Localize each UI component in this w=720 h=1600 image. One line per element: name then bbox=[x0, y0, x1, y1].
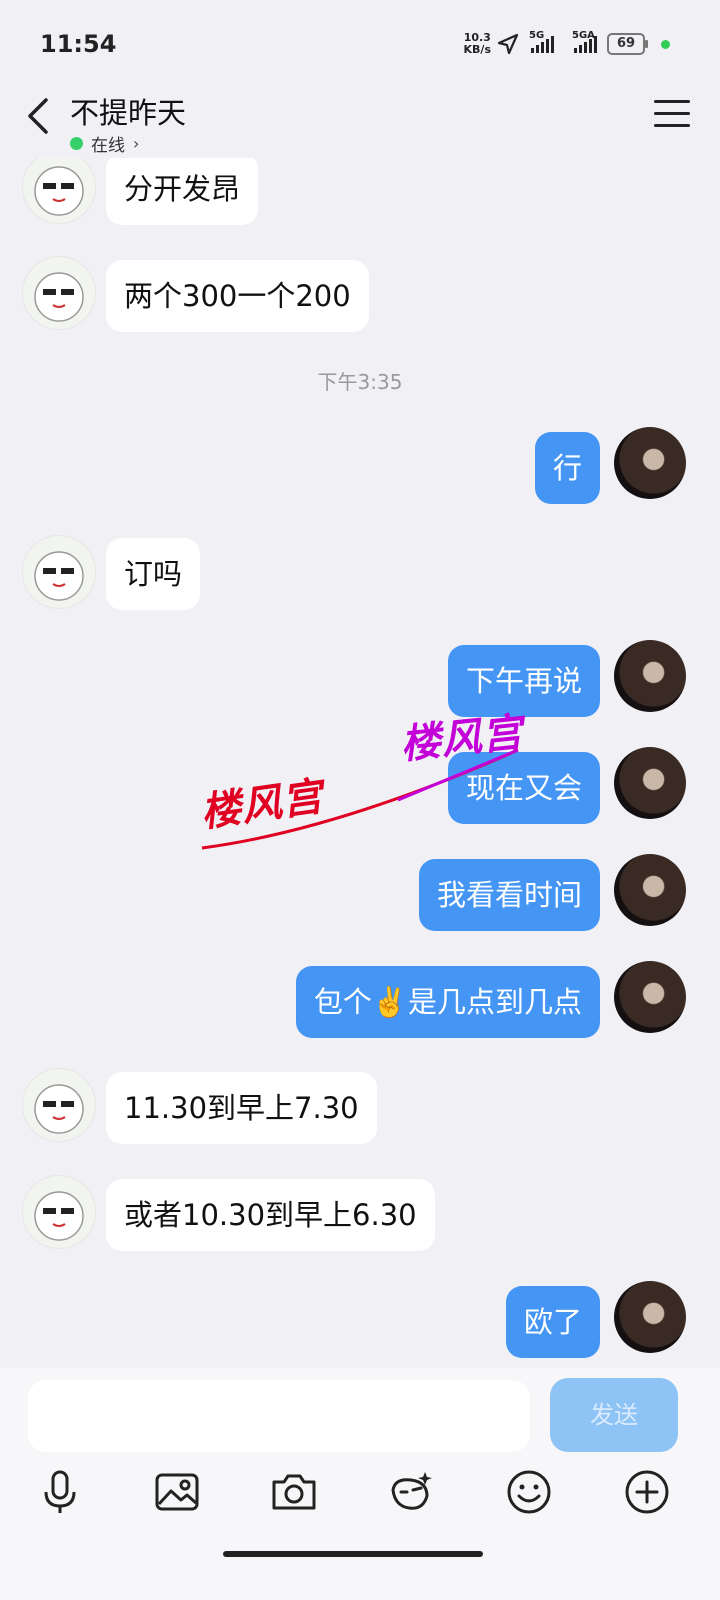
message-bubble-outgoing[interactable]: 我看看时间 bbox=[418, 859, 600, 931]
contact-avatar[interactable] bbox=[22, 1068, 96, 1142]
contact-name[interactable]: 不提昨天 bbox=[70, 90, 186, 132]
status-bar: 11:54 10.3 KB/s 5G 5GA 69 bbox=[0, 0, 720, 90]
message-bubble-incoming[interactable]: 11.30到早上7.30 bbox=[106, 1072, 377, 1144]
send-button[interactable]: 发送 bbox=[550, 1378, 678, 1452]
menu-button[interactable] bbox=[654, 100, 690, 130]
composer-toolbar bbox=[0, 1468, 720, 1524]
network-speed-unit: KB/s bbox=[463, 43, 491, 56]
online-status[interactable]: 在线 › bbox=[70, 131, 139, 156]
message-input[interactable] bbox=[28, 1380, 530, 1452]
status-time: 11:54 bbox=[40, 30, 117, 58]
signal-sim1-icon: 5G bbox=[529, 30, 554, 53]
message-bubble-incoming[interactable]: 分开发昂 bbox=[106, 153, 259, 225]
contact-avatar[interactable] bbox=[22, 535, 96, 609]
privacy-indicator-dot bbox=[661, 39, 670, 49]
my-avatar[interactable] bbox=[614, 854, 686, 926]
microphone-icon[interactable] bbox=[36, 1468, 84, 1516]
back-arrow-icon[interactable] bbox=[24, 96, 54, 136]
network-speed: 10.3 KB/s bbox=[464, 32, 491, 56]
emoji-icon[interactable] bbox=[505, 1468, 553, 1516]
sim2-label: 5GA bbox=[572, 29, 595, 41]
plus-icon[interactable] bbox=[623, 1468, 671, 1516]
status-indicators: 10.3 KB/s 5G 5GA 69 bbox=[464, 30, 670, 56]
message-bubble-outgoing[interactable]: 包个✌️是几点到几点 bbox=[295, 966, 600, 1038]
image-icon[interactable] bbox=[153, 1468, 201, 1516]
menu-icon bbox=[654, 100, 690, 103]
camera-icon[interactable] bbox=[270, 1468, 318, 1516]
sticker-icon[interactable] bbox=[387, 1468, 435, 1516]
online-status-text: 在线 bbox=[91, 136, 125, 156]
message-bubble-incoming[interactable]: 订吗 bbox=[106, 538, 201, 610]
location-arrow-icon bbox=[497, 33, 519, 55]
my-avatar[interactable] bbox=[614, 427, 686, 499]
composer-area: 发送 bbox=[0, 1368, 720, 1600]
battery-icon: 69 bbox=[607, 33, 648, 55]
message-timestamp: 下午3:35 bbox=[317, 370, 403, 394]
my-avatar[interactable] bbox=[614, 640, 686, 712]
my-avatar[interactable] bbox=[614, 1281, 686, 1353]
online-dot-icon bbox=[70, 137, 83, 150]
contact-avatar[interactable] bbox=[22, 256, 96, 330]
battery-level: 69 bbox=[616, 36, 636, 51]
contact-avatar[interactable] bbox=[22, 150, 96, 224]
message-bubble-incoming[interactable]: 两个300一个200 bbox=[106, 260, 369, 332]
signal-sim2-icon: 5GA bbox=[572, 30, 597, 53]
my-avatar[interactable] bbox=[614, 961, 686, 1033]
message-bubble-outgoing[interactable]: 行 bbox=[534, 432, 600, 504]
chat-header: 不提昨天 在线 › bbox=[0, 90, 720, 158]
chevron-right-icon: › bbox=[133, 134, 140, 153]
my-avatar[interactable] bbox=[614, 747, 686, 819]
contact-avatar[interactable] bbox=[22, 1175, 96, 1249]
watermark-swoosh bbox=[201, 748, 519, 850]
message-bubble-outgoing[interactable]: 欧了 bbox=[505, 1286, 600, 1358]
home-indicator[interactable] bbox=[223, 1551, 483, 1557]
message-bubble-incoming[interactable]: 或者10.30到早上6.30 bbox=[106, 1179, 435, 1251]
sim1-label: 5G bbox=[529, 29, 545, 41]
